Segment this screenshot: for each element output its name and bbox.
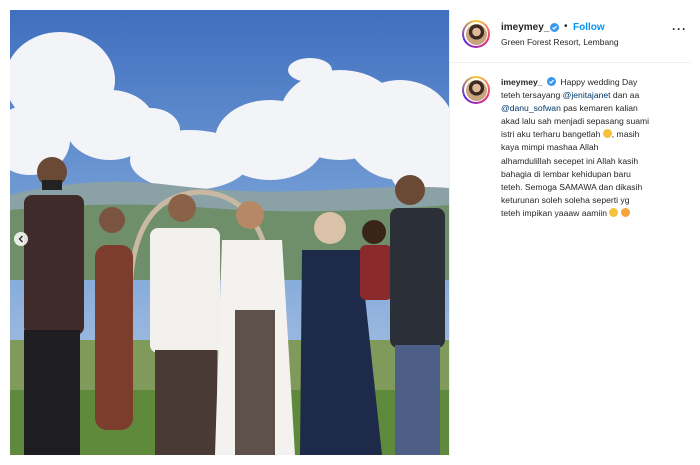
caption-line: istri aku terharu bangetlah , masih <box>501 128 689 141</box>
caption-text: , masih <box>611 129 640 140</box>
wedding-group-photo <box>10 10 449 455</box>
mention-link[interactable]: @danu_sofwan <box>501 103 561 113</box>
caption-text: teteh impikan yaaaw aamiin <box>501 207 608 218</box>
caption-text: Happy wedding Day <box>560 77 638 87</box>
follow-button[interactable]: Follow <box>573 22 605 33</box>
post-caption: imeymey_ Happy wedding Day teteh tersaya… <box>501 76 689 220</box>
caption-text: istri aku terharu bangetlah <box>501 129 601 140</box>
caption-username[interactable]: imeymey_ <box>501 77 543 87</box>
header-username[interactable]: imeymey_ <box>501 22 549 33</box>
caption-text: bahagia di lembar kehidupan baru <box>501 168 631 179</box>
verified-badge-icon <box>550 23 559 32</box>
header-separator: • <box>564 21 568 32</box>
caption-line: teteh tersayang @jenitajanet dan aa <box>501 89 689 102</box>
caption-avatar[interactable] <box>462 76 490 104</box>
caption-line: @danu_sofwan pas kemaren kalian <box>501 102 689 115</box>
caption-text: alhamdulillah secepet ini Allah kasih <box>501 155 639 166</box>
more-options-icon[interactable]: ··· <box>672 22 687 36</box>
caption-line: kaya mimpi mashaa Allah <box>501 141 689 154</box>
avatar[interactable] <box>462 20 490 48</box>
location-link[interactable]: Green Forest Resort, Lembang <box>501 37 619 47</box>
caption-text: akad lalu sah menjadi sepasang suami <box>501 116 650 127</box>
crying-face-emoji <box>602 129 612 139</box>
chevron-left-icon <box>18 235 23 243</box>
caption-line: bahagia di lembar kehidupan baru <box>501 168 689 181</box>
caption-text: kaya mimpi mashaa Allah <box>501 142 599 153</box>
post-side-panel: imeymey_ • Follow Green Forest Resort, L… <box>449 10 691 455</box>
smiling-face-with-hearts-emoji <box>620 207 630 217</box>
caption-line: teteh impikan yaaaw aamiin <box>501 207 689 220</box>
caption-text: pas kemaren kalian <box>560 103 638 114</box>
post-header: imeymey_ • Follow Green Forest Resort, L… <box>450 10 691 63</box>
instagram-post-frame: imeymey_ • Follow Green Forest Resort, L… <box>0 0 700 465</box>
caption-text: teteh. Semoga SAMAWA dan dikasih <box>501 181 643 192</box>
caption-line: alhamdulillah secepet ini Allah kasih <box>501 155 689 168</box>
caption-line: teteh. Semoga SAMAWA dan dikasih <box>501 181 689 194</box>
caption-text: keturunan soleh soleha seperti yg <box>501 194 630 205</box>
post-photo[interactable] <box>10 10 449 455</box>
caption-line: keturunan soleh soleha seperti yg <box>501 194 689 207</box>
caption-line: imeymey_ Happy wedding Day <box>501 76 689 89</box>
caption-text: teteh tersayang <box>501 90 563 101</box>
mention-link[interactable]: @jenitajanet <box>563 90 611 100</box>
grinning-face-emoji <box>609 207 619 217</box>
caption-text: dan aa <box>610 90 640 101</box>
verified-badge-icon <box>546 77 556 86</box>
caption-line: akad lalu sah menjadi sepasang suami <box>501 115 689 128</box>
previous-photo-button[interactable] <box>14 232 28 246</box>
